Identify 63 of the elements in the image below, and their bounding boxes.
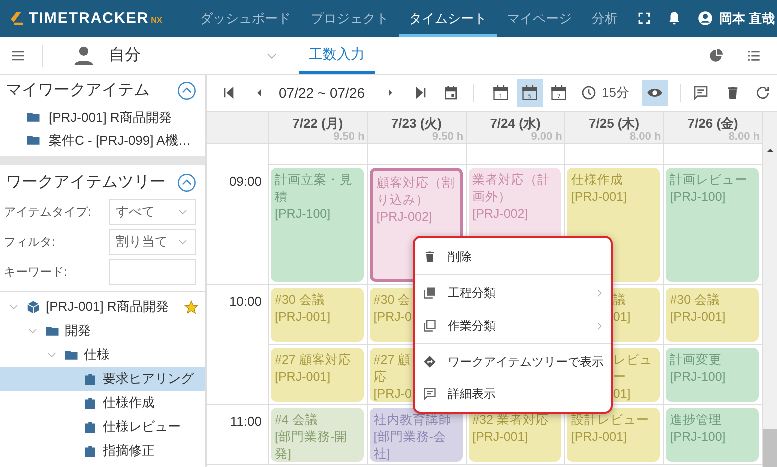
- tree-item[interactable]: 指摘修正: [0, 439, 205, 463]
- pie-chart-icon[interactable]: [709, 48, 723, 62]
- menu-item[interactable]: 作業分類: [415, 309, 611, 344]
- collapse-icon[interactable]: [177, 173, 197, 193]
- section-title: ワークアイテムツリー: [6, 173, 166, 193]
- tree-item[interactable]: 要求ヒアリング: [0, 367, 205, 391]
- refresh-icon[interactable]: [754, 85, 770, 101]
- filter-select[interactable]: すべて: [109, 199, 196, 225]
- folder-icon: [26, 133, 41, 148]
- diamond-arrow-icon: [423, 355, 437, 369]
- person-select[interactable]: 自分: [109, 44, 279, 68]
- section-title: マイワークアイテム: [6, 81, 150, 101]
- calendar-icon[interactable]: [443, 85, 460, 101]
- work-item[interactable]: 案件C - [PRJ-099] A機…: [49, 130, 192, 150]
- filter-label: アイテムタイプ:: [4, 204, 92, 221]
- cube-icon: [26, 300, 41, 314]
- scroll-up-icon[interactable]: [766, 146, 774, 155]
- nav-tab[interactable]: 分析: [582, 0, 628, 37]
- clipboard-icon: [83, 420, 98, 434]
- tree-item[interactable]: 開発: [0, 319, 205, 343]
- star-icon[interactable]: [184, 300, 199, 314]
- time-label: 10:00: [229, 293, 262, 308]
- comment-icon: [423, 387, 437, 401]
- person-icon: [73, 44, 95, 66]
- interval-label[interactable]: 15分: [602, 83, 630, 103]
- logo-text: TIMETRACKER: [29, 8, 150, 28]
- clipboard-icon: [83, 396, 98, 410]
- logo-suffix: NX: [151, 14, 162, 26]
- list-icon[interactable]: [747, 48, 761, 62]
- user-avatar-icon[interactable]: [698, 11, 714, 26]
- work-item[interactable]: [PRJ-001] R商品開発: [49, 108, 172, 128]
- keyword-input[interactable]: [109, 259, 196, 285]
- scrollbar-thumb[interactable]: [762, 429, 777, 467]
- nav-tab[interactable]: タイムシート: [399, 0, 497, 37]
- comment-icon[interactable]: [692, 85, 708, 101]
- time-label: 11:00: [230, 413, 262, 428]
- scrollbar[interactable]: [762, 112, 777, 467]
- collapse-icon[interactable]: [177, 81, 197, 101]
- stack-icon: [423, 286, 437, 300]
- time-label: 09:00: [229, 173, 262, 188]
- tab[interactable]: 工数入力: [299, 37, 375, 74]
- filter-select[interactable]: 割り当て: [109, 229, 196, 255]
- menu-item[interactable]: 削除: [415, 240, 611, 275]
- tree-item[interactable]: 仕様レビュー: [0, 415, 205, 439]
- eye-icon[interactable]: [642, 80, 668, 106]
- tree-item[interactable]: 仕様: [0, 343, 205, 367]
- trash-icon: [423, 250, 437, 264]
- clipboard-icon: [83, 444, 98, 458]
- clipboard-icon: [83, 372, 98, 386]
- nav-tab[interactable]: ダッシュボード: [190, 0, 301, 37]
- bell-icon[interactable]: [667, 11, 682, 26]
- user-name[interactable]: 岡本 直哉: [719, 8, 775, 28]
- fullscreen-icon[interactable]: [638, 12, 652, 25]
- nav-tab[interactable]: プロジェクト: [301, 0, 399, 37]
- tree-item[interactable]: [PRJ-001] R商品開発: [0, 295, 205, 319]
- nav-tab[interactable]: マイページ: [497, 0, 582, 37]
- tree-item[interactable]: 仕様作成: [0, 391, 205, 415]
- folder-icon: [26, 110, 41, 125]
- filter-label: キーワード:: [4, 264, 68, 281]
- clock-icon[interactable]: [581, 85, 598, 101]
- filter-label: フィルタ:: [4, 234, 56, 251]
- stack-outline-icon: [423, 319, 437, 333]
- date-range: 07/22 ~ 07/26: [279, 84, 366, 102]
